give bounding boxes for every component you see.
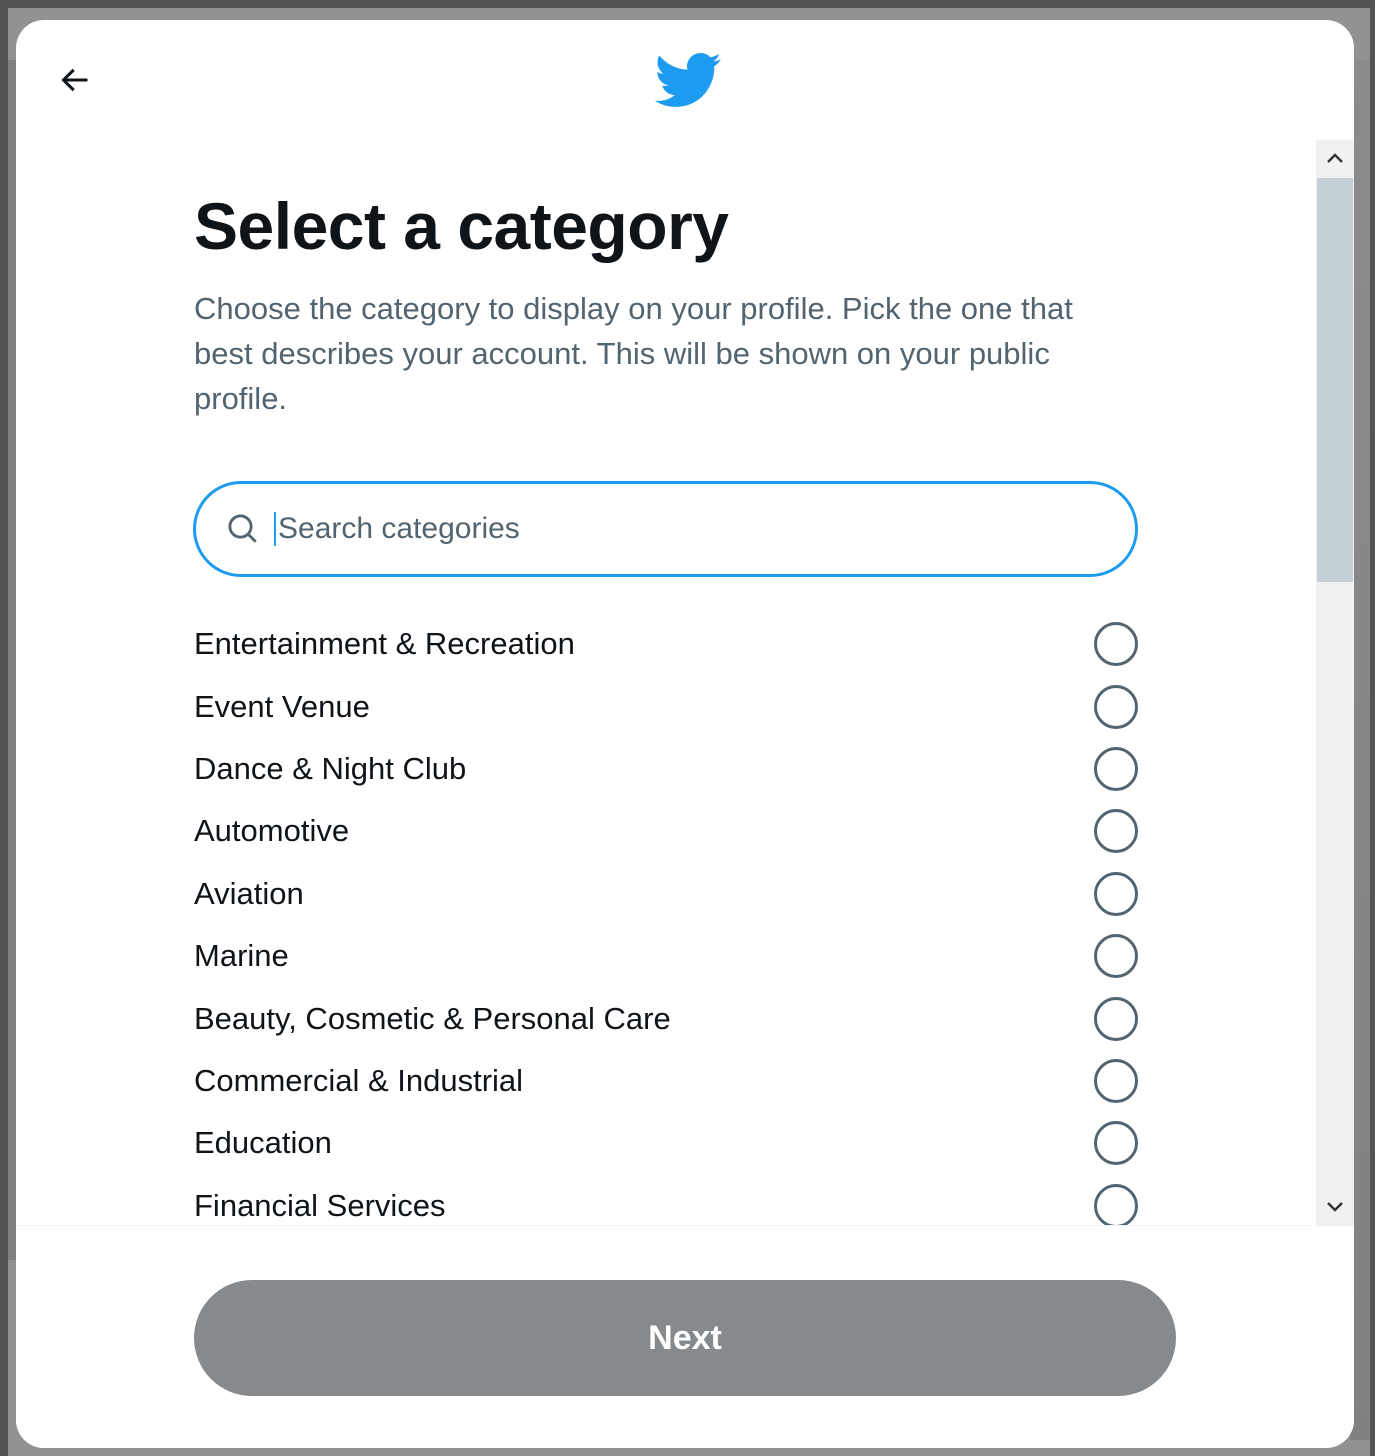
- category-item[interactable]: Automotive: [194, 800, 1140, 862]
- category-item[interactable]: Beauty, Cosmetic & Personal Care: [194, 987, 1140, 1049]
- page-title: Select a category: [194, 189, 729, 263]
- search-icon: [228, 514, 257, 543]
- category-item[interactable]: Dance & Night Club: [194, 738, 1140, 800]
- radio-button[interactable]: [1094, 622, 1138, 667]
- scrollbar-thumb[interactable]: [1317, 178, 1353, 582]
- category-item[interactable]: Financial Services: [194, 1175, 1140, 1225]
- category-label: Marine: [194, 938, 289, 974]
- category-item[interactable]: Marine: [194, 925, 1140, 987]
- category-label: Automotive: [194, 813, 350, 849]
- category-label: Aviation: [194, 875, 304, 911]
- category-label: Event Venue: [194, 688, 370, 724]
- radio-button[interactable]: [1094, 684, 1138, 729]
- arrow-left-icon: [61, 68, 88, 92]
- category-item[interactable]: Entertainment & Recreation: [194, 613, 1140, 675]
- category-dialog: Select a category Choose the category to…: [16, 20, 1354, 1448]
- radio-button[interactable]: [1094, 746, 1138, 791]
- radio-button[interactable]: [1094, 996, 1138, 1041]
- search-field[interactable]: [193, 481, 1138, 577]
- category-item[interactable]: Commercial & Industrial: [194, 1050, 1140, 1112]
- category-label: Dance & Night Club: [194, 750, 467, 786]
- category-list: Entertainment & Recreation Event Venue D…: [194, 613, 1140, 1225]
- category-label: Commercial & Industrial: [194, 1062, 524, 1098]
- chevron-down-icon: [1327, 1202, 1343, 1212]
- radio-button[interactable]: [1094, 1058, 1138, 1103]
- text-caret: [274, 512, 276, 546]
- scroll-content[interactable]: Select a category Choose the category to…: [16, 140, 1316, 1225]
- scroll-down-button[interactable]: [1316, 1189, 1354, 1225]
- next-button[interactable]: Next: [194, 1280, 1176, 1396]
- vertical-scrollbar[interactable]: [1316, 140, 1354, 1225]
- category-item[interactable]: Event Venue: [194, 675, 1140, 737]
- radio-button[interactable]: [1094, 809, 1138, 854]
- category-item[interactable]: Education: [194, 1112, 1140, 1174]
- search-input[interactable]: [278, 512, 1078, 546]
- category-label: Entertainment & Recreation: [194, 626, 575, 662]
- radio-button[interactable]: [1094, 934, 1138, 979]
- radio-button[interactable]: [1094, 871, 1138, 916]
- radio-button[interactable]: [1094, 1121, 1138, 1166]
- category-label: Financial Services: [194, 1187, 446, 1223]
- dialog-footer: Next: [16, 1225, 1354, 1448]
- scroll-up-button[interactable]: [1316, 140, 1354, 176]
- category-item[interactable]: Aviation: [194, 863, 1140, 925]
- back-button[interactable]: [52, 58, 96, 102]
- category-label: Beauty, Cosmetic & Personal Care: [194, 1000, 671, 1036]
- twitter-bird-icon: [652, 50, 722, 110]
- chevron-up-icon: [1327, 153, 1343, 163]
- category-label: Education: [194, 1125, 332, 1161]
- radio-button[interactable]: [1094, 1183, 1138, 1225]
- page-description: Choose the category to display on your p…: [194, 291, 1073, 416]
